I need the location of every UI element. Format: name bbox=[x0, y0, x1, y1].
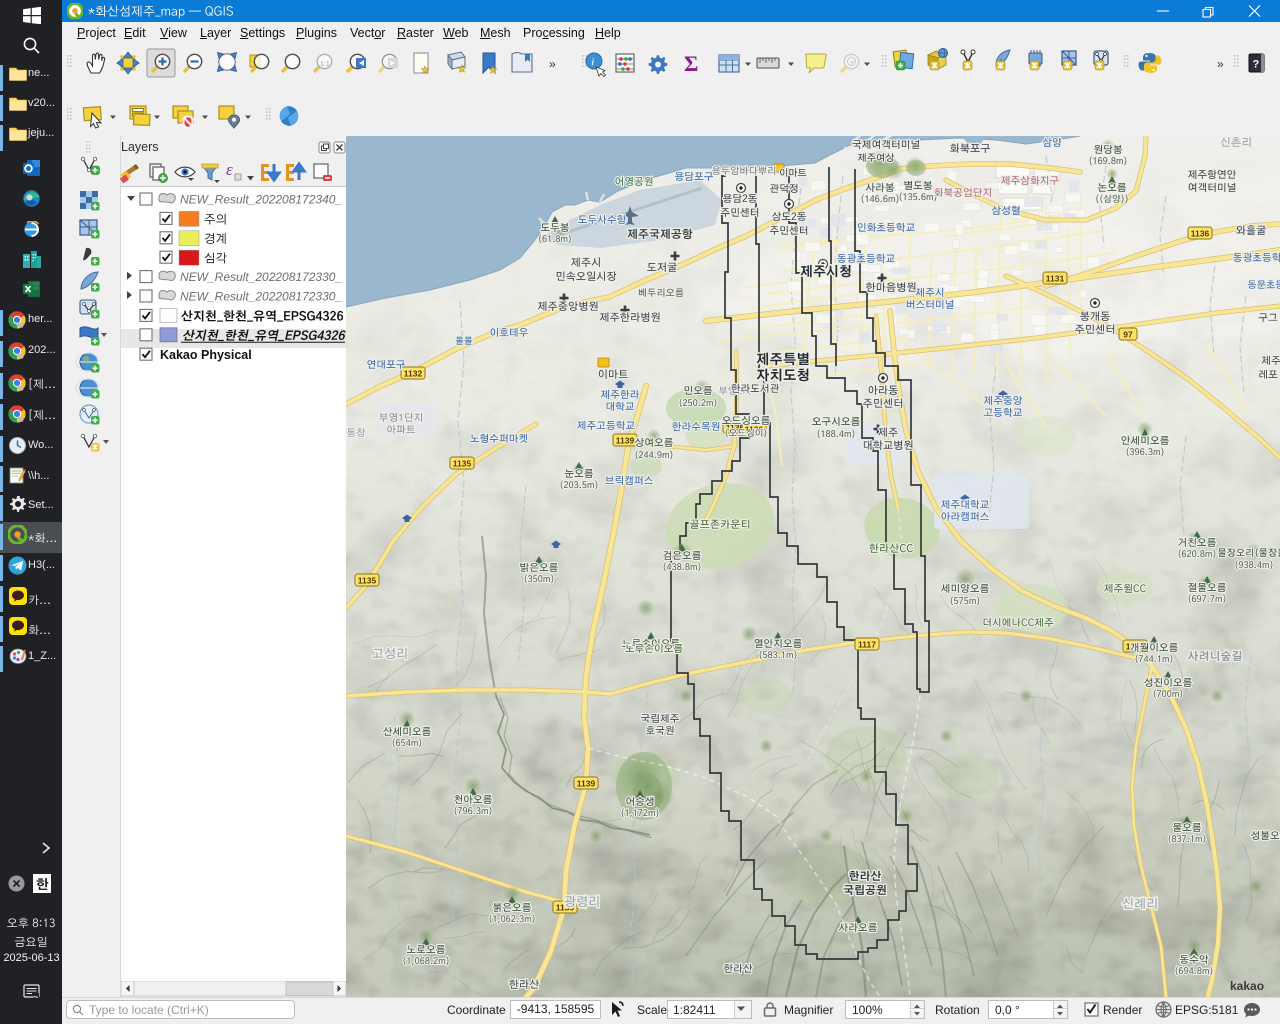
svg-text:1:1: 1:1 bbox=[320, 61, 330, 68]
svg-text:»: » bbox=[1217, 57, 1224, 71]
svg-text:Σ: Σ bbox=[684, 51, 698, 76]
svg-text:?: ? bbox=[1253, 59, 1260, 71]
svg-text:NEW_Result_202208172340_: NEW_Result_202208172340_ bbox=[180, 193, 342, 207]
svg-text:NEW_Result_202208172330_: NEW_Result_202208172330_ bbox=[180, 290, 342, 304]
svg-text:kakao: kakao bbox=[1230, 979, 1264, 993]
svg-text:Kakao Physical: Kakao Physical bbox=[160, 348, 252, 362]
svg-text:i: i bbox=[591, 56, 594, 68]
svg-text:ε: ε bbox=[226, 160, 233, 179]
svg-text:NEW_Result_202208172330_: NEW_Result_202208172330_ bbox=[180, 270, 342, 284]
svg-text:»: » bbox=[549, 57, 556, 71]
